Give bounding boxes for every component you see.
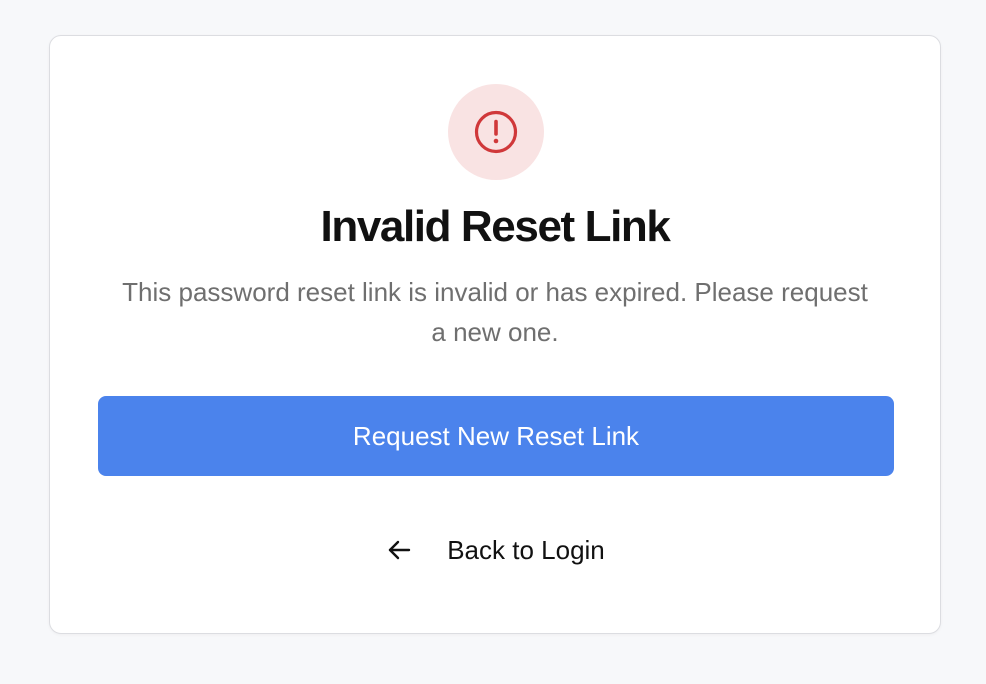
back-to-login-label: Back to Login	[447, 534, 605, 565]
arrow-left-icon	[385, 536, 413, 564]
error-icon-badge	[448, 84, 544, 180]
back-to-login-link[interactable]: Back to Login	[50, 528, 940, 572]
request-new-reset-link-button[interactable]: Request New Reset Link	[98, 396, 894, 476]
invalid-link-card: Invalid Reset Link This password reset l…	[49, 35, 941, 634]
page-title: Invalid Reset Link	[320, 202, 671, 251]
error-message: This password reset link is invalid or h…	[122, 277, 868, 347]
alert-circle-icon	[474, 110, 518, 154]
